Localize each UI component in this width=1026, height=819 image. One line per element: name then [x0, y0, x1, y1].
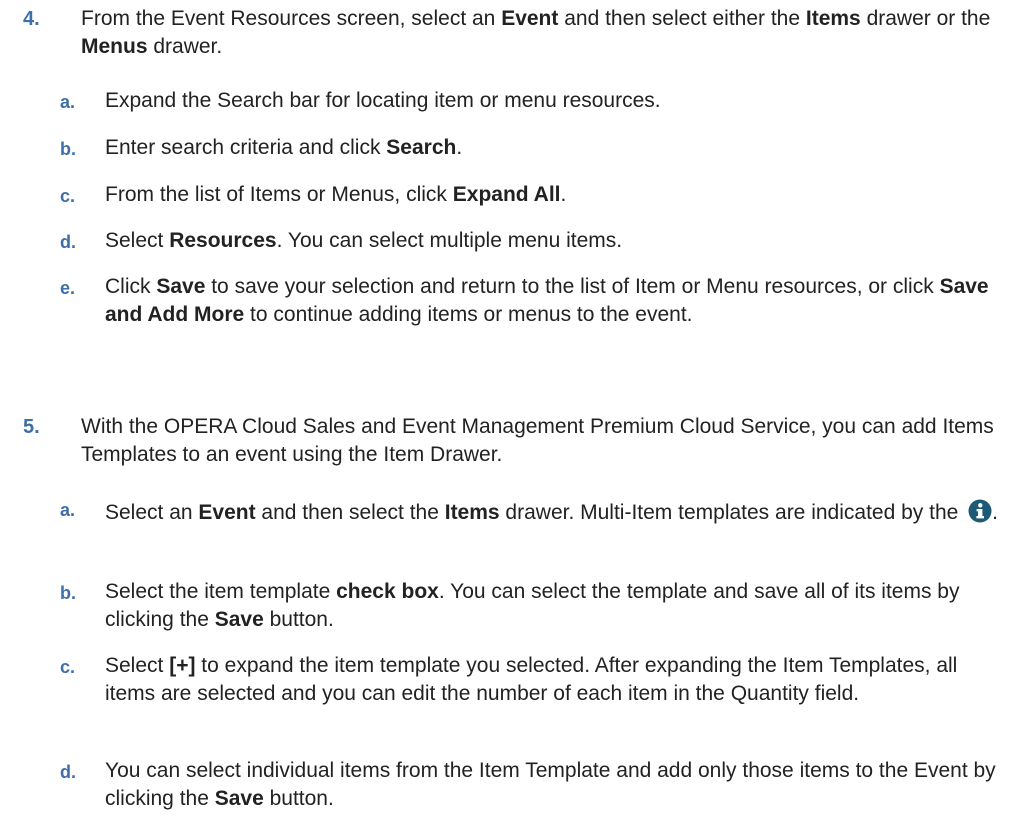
substep-4a: a. Expand the Search bar for locating it… — [60, 87, 1006, 115]
substep-5a: a. Select an Event and then select the I… — [60, 495, 1006, 531]
substep-letter: c. — [60, 186, 76, 206]
bold-term: Save — [156, 275, 206, 298]
substep-4b: b. Enter search criteria and click Searc… — [60, 134, 1006, 162]
substep-4c: c. From the list of Items or Menus, clic… — [60, 181, 1006, 209]
substep-text: From the list of Items or Menus, click E… — [105, 183, 567, 206]
substep-5b: b. Select the item template check box. Y… — [60, 578, 1006, 634]
substep-4d: d. Select Resources. You can select mult… — [60, 227, 1006, 255]
step-4: 4. From the Event Resources screen, sele… — [23, 5, 1006, 61]
bold-term: Expand All — [452, 183, 561, 206]
bold-term: Event — [501, 7, 559, 30]
bold-term: Save — [214, 608, 264, 631]
substep-text: Select Resources. You can select multipl… — [105, 229, 623, 252]
bold-term: Resources — [169, 229, 277, 252]
bold-term: Items — [444, 501, 500, 524]
bold-term: Search — [386, 136, 457, 159]
bold-term: Save — [214, 787, 264, 810]
substep-text: Click Save to save your selection and re… — [105, 275, 989, 326]
substep-letter: a. — [60, 500, 76, 520]
bold-term: check box — [336, 580, 439, 603]
substep-letter: b. — [60, 583, 76, 603]
substep-5c: c. Select [+] to expand the item templat… — [60, 652, 1006, 708]
info-icon — [968, 499, 992, 523]
substep-text: Select [+] to expand the item template y… — [105, 654, 958, 705]
step-text: From the Event Resources screen, select … — [81, 7, 991, 58]
substep-letter: b. — [60, 139, 76, 159]
bold-term: [+] — [169, 654, 196, 677]
substep-4e: e. Click Save to save your selection and… — [60, 273, 1006, 329]
bold-term: Items — [805, 7, 861, 30]
bold-term: Save and Add More — [105, 275, 989, 326]
substep-letter: d. — [60, 232, 76, 252]
substep-letter: c. — [60, 657, 76, 677]
substep-letter: a. — [60, 92, 76, 112]
substep-text: You can select individual items from the… — [105, 759, 996, 810]
substep-letter: d. — [60, 762, 76, 782]
document-page: 4. From the Event Resources screen, sele… — [0, 0, 1026, 819]
substep-text: Expand the Search bar for locating item … — [105, 89, 661, 112]
bold-term: Event — [198, 501, 256, 524]
substep-text: Enter search criteria and click Search. — [105, 136, 463, 159]
bold-term: Menus — [81, 35, 148, 58]
substep-text: Select the item template check box. You … — [105, 580, 960, 631]
substep-5d: d. You can select individual items from … — [60, 757, 1006, 813]
substep-letter: e. — [60, 278, 76, 298]
step-5: 5. With the OPERA Cloud Sales and Event … — [23, 413, 1006, 469]
step-number: 5. — [23, 416, 40, 438]
substep-text: Select an Event and then select the Item… — [105, 499, 998, 524]
step-number: 4. — [23, 8, 40, 30]
step-text: With the OPERA Cloud Sales and Event Man… — [81, 415, 994, 466]
